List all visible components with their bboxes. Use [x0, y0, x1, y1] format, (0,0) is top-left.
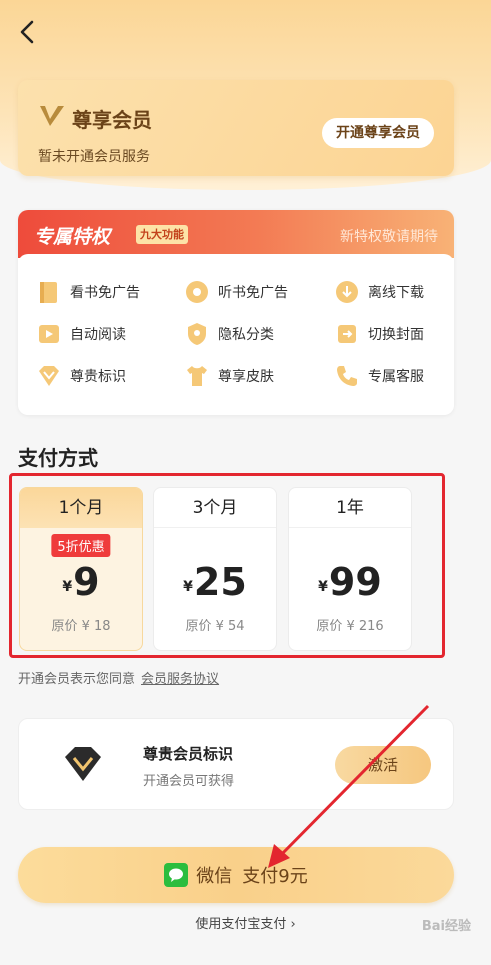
- vip-badge-icon: [65, 747, 101, 781]
- wechat-icon: [164, 863, 189, 887]
- activate-button[interactable]: 激活: [335, 746, 431, 784]
- plan-price: ¥25: [154, 560, 276, 604]
- plan-name: 3个月: [154, 488, 276, 528]
- phone-icon: [337, 366, 357, 386]
- cover-switch-icon: [338, 325, 356, 343]
- feature-label: 尊贵标识: [70, 369, 126, 385]
- vip-logo-icon: [40, 106, 64, 126]
- plan-price: ¥99: [289, 560, 411, 604]
- member-title: 尊享会员: [72, 108, 152, 132]
- watermark: Bai经验: [421, 919, 471, 934]
- pay-button[interactable]: 微信 支付9元: [18, 847, 454, 903]
- shirt-icon: [187, 366, 207, 386]
- privileges-title: 专属特权: [34, 226, 111, 248]
- badge-title: 尊贵会员标识: [143, 745, 234, 763]
- price-amount: 9: [73, 560, 100, 604]
- alipay-link[interactable]: 使用支付宝支付 ›: [0, 913, 491, 932]
- discount-badge: 5折优惠: [51, 534, 111, 557]
- plan-card-1-month[interactable]: 1个月 5折优惠 ¥9 原价 ¥ 18: [19, 487, 143, 651]
- privileges-count-badge: 九大功能: [136, 225, 188, 244]
- original-price: 原价 ¥ 18: [51, 619, 111, 634]
- feature-item: 切换封面: [334, 320, 424, 348]
- feature-label: 听书免广告: [218, 285, 288, 301]
- cloud-download-icon: [336, 281, 358, 303]
- pay-amount-label: 支付9元: [242, 866, 308, 887]
- original-price: 原价 ¥ 54: [185, 619, 245, 634]
- plan-card-1-year[interactable]: 1年 ¥99 原价 ¥ 216: [288, 487, 412, 651]
- currency-symbol: ¥: [62, 579, 73, 595]
- feature-label: 离线下载: [368, 285, 424, 301]
- play-icon: [39, 325, 59, 343]
- feature-item: 专属客服: [334, 362, 424, 390]
- feature-item: 尊享皮肤: [184, 362, 274, 390]
- feature-label: 隐私分类: [218, 327, 274, 343]
- plan-price: ¥9: [20, 560, 142, 604]
- chevron-left-icon: [20, 20, 34, 44]
- pay-method: 微信: [196, 866, 233, 887]
- feature-label: 切换封面: [368, 327, 424, 343]
- shield-icon: [188, 323, 206, 345]
- badge-subtitle: 开通会员可获得: [143, 774, 235, 789]
- diamond-icon: [39, 366, 59, 386]
- feature-label: 自动阅读: [70, 327, 126, 343]
- plan-name: 1年: [289, 488, 411, 528]
- privileges-panel: 专属特权 九大功能 新特权敬请期待 看书免广告 听书免广告 离线下载 自动阅读 …: [18, 210, 454, 415]
- currency-symbol: ¥: [183, 579, 193, 595]
- feature-item: 听书免广告: [184, 278, 288, 306]
- agreement-note: 开通会员表示您同意 会员服务协议: [18, 668, 219, 687]
- disc-icon: [186, 281, 208, 303]
- plan-name: 1个月: [20, 488, 142, 528]
- member-status: 暂未开通会员服务: [38, 149, 150, 165]
- back-button[interactable]: [12, 16, 44, 48]
- payment-section-title: 支付方式: [18, 446, 98, 470]
- currency-symbol: ¥: [318, 579, 328, 595]
- privileges-hint: 新特权敬请期待: [340, 229, 438, 245]
- feature-item: 看书免广告: [36, 278, 140, 306]
- book-icon: [40, 282, 57, 303]
- original-price: 原价 ¥ 216: [316, 619, 384, 634]
- open-membership-button[interactable]: 开通尊享会员: [322, 118, 434, 148]
- feature-label: 专属客服: [368, 369, 424, 385]
- privileges-header: 专属特权 九大功能 新特权敬请期待: [18, 210, 454, 258]
- feature-label: 尊享皮肤: [218, 369, 274, 385]
- feature-item: 离线下载: [334, 278, 424, 306]
- plan-card-3-months[interactable]: 3个月 ¥25 原价 ¥ 54: [153, 487, 277, 651]
- member-card: 尊享会员 暂未开通会员服务 开通尊享会员: [18, 80, 454, 176]
- service-agreement-link[interactable]: 会员服务协议: [141, 672, 219, 687]
- feature-item: 自动阅读: [36, 320, 126, 348]
- privileges-grid: 看书免广告 听书免广告 离线下载 自动阅读 隐私分类 切换封面 尊贵标识 尊享皮…: [18, 254, 454, 415]
- vip-badge-card: 尊贵会员标识 开通会员可获得 激活: [18, 718, 454, 810]
- price-amount: 99: [328, 560, 382, 604]
- feature-item: 隐私分类: [184, 320, 274, 348]
- agreement-text: 开通会员表示您同意: [18, 672, 136, 687]
- price-amount: 25: [193, 560, 247, 604]
- feature-item: 尊贵标识: [36, 362, 126, 390]
- feature-label: 看书免广告: [70, 285, 140, 301]
